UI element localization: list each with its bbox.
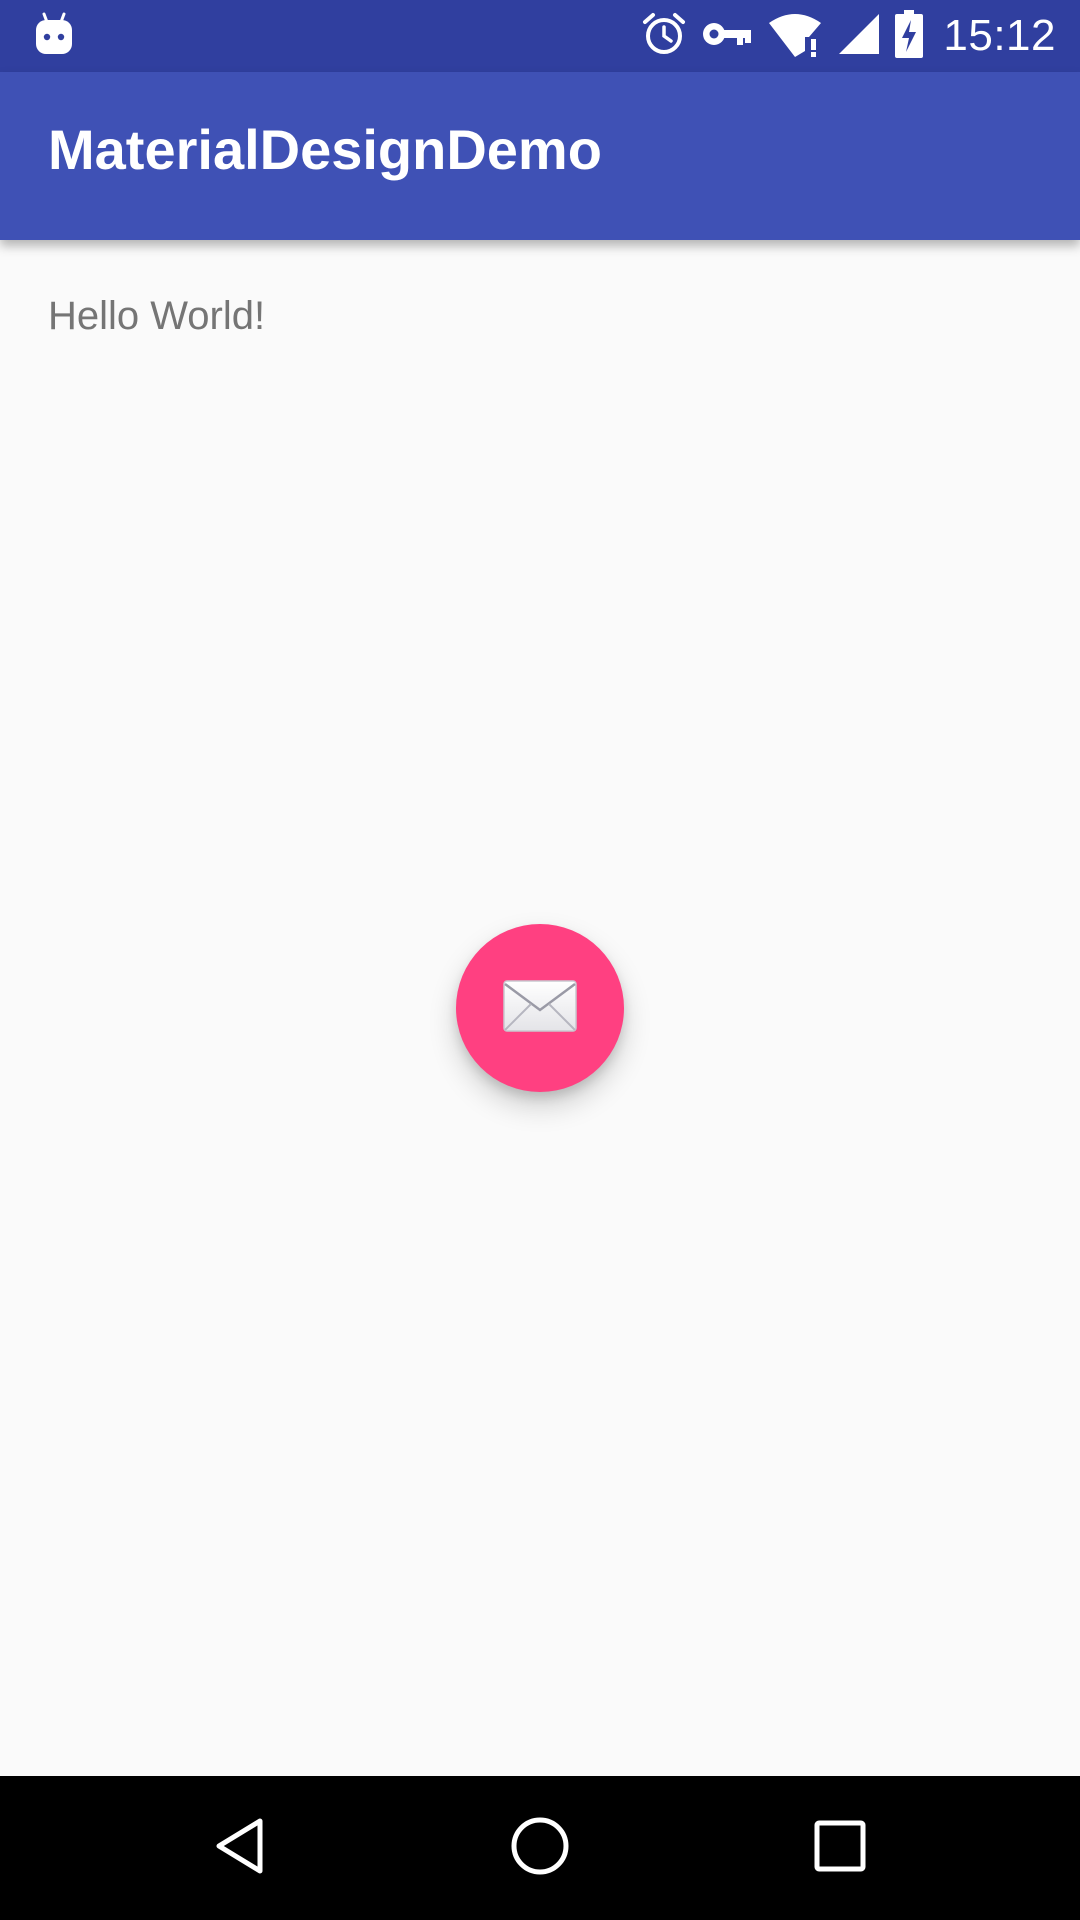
- app-title: MaterialDesignDemo: [48, 118, 602, 181]
- email-fab-button[interactable]: [456, 924, 624, 1092]
- home-button[interactable]: [504, 1812, 576, 1884]
- alarm-icon: [641, 11, 687, 62]
- navigation-bar: [0, 1776, 1080, 1920]
- battery-charging-icon: [895, 9, 924, 63]
- status-icons: 15:12: [641, 0, 1056, 72]
- recents-icon: [814, 1820, 866, 1877]
- screen: 15:12 MaterialDesignDemo Hello World!: [0, 0, 1080, 1920]
- status-time: 15:12: [943, 11, 1056, 60]
- back-button[interactable]: [204, 1812, 276, 1884]
- hello-text: Hello World!: [48, 294, 266, 338]
- recents-button[interactable]: [804, 1812, 876, 1884]
- home-icon: [510, 1816, 570, 1881]
- email-envelope-icon: [503, 979, 577, 1037]
- android-notification-icon: [34, 12, 74, 56]
- status-bar: 15:12: [0, 0, 1080, 72]
- back-icon: [212, 1816, 268, 1881]
- cell-signal-icon: [837, 12, 881, 61]
- vpn-key-icon: [701, 14, 753, 59]
- wifi-alert-icon: [767, 11, 823, 62]
- app-bar: MaterialDesignDemo: [0, 72, 1080, 240]
